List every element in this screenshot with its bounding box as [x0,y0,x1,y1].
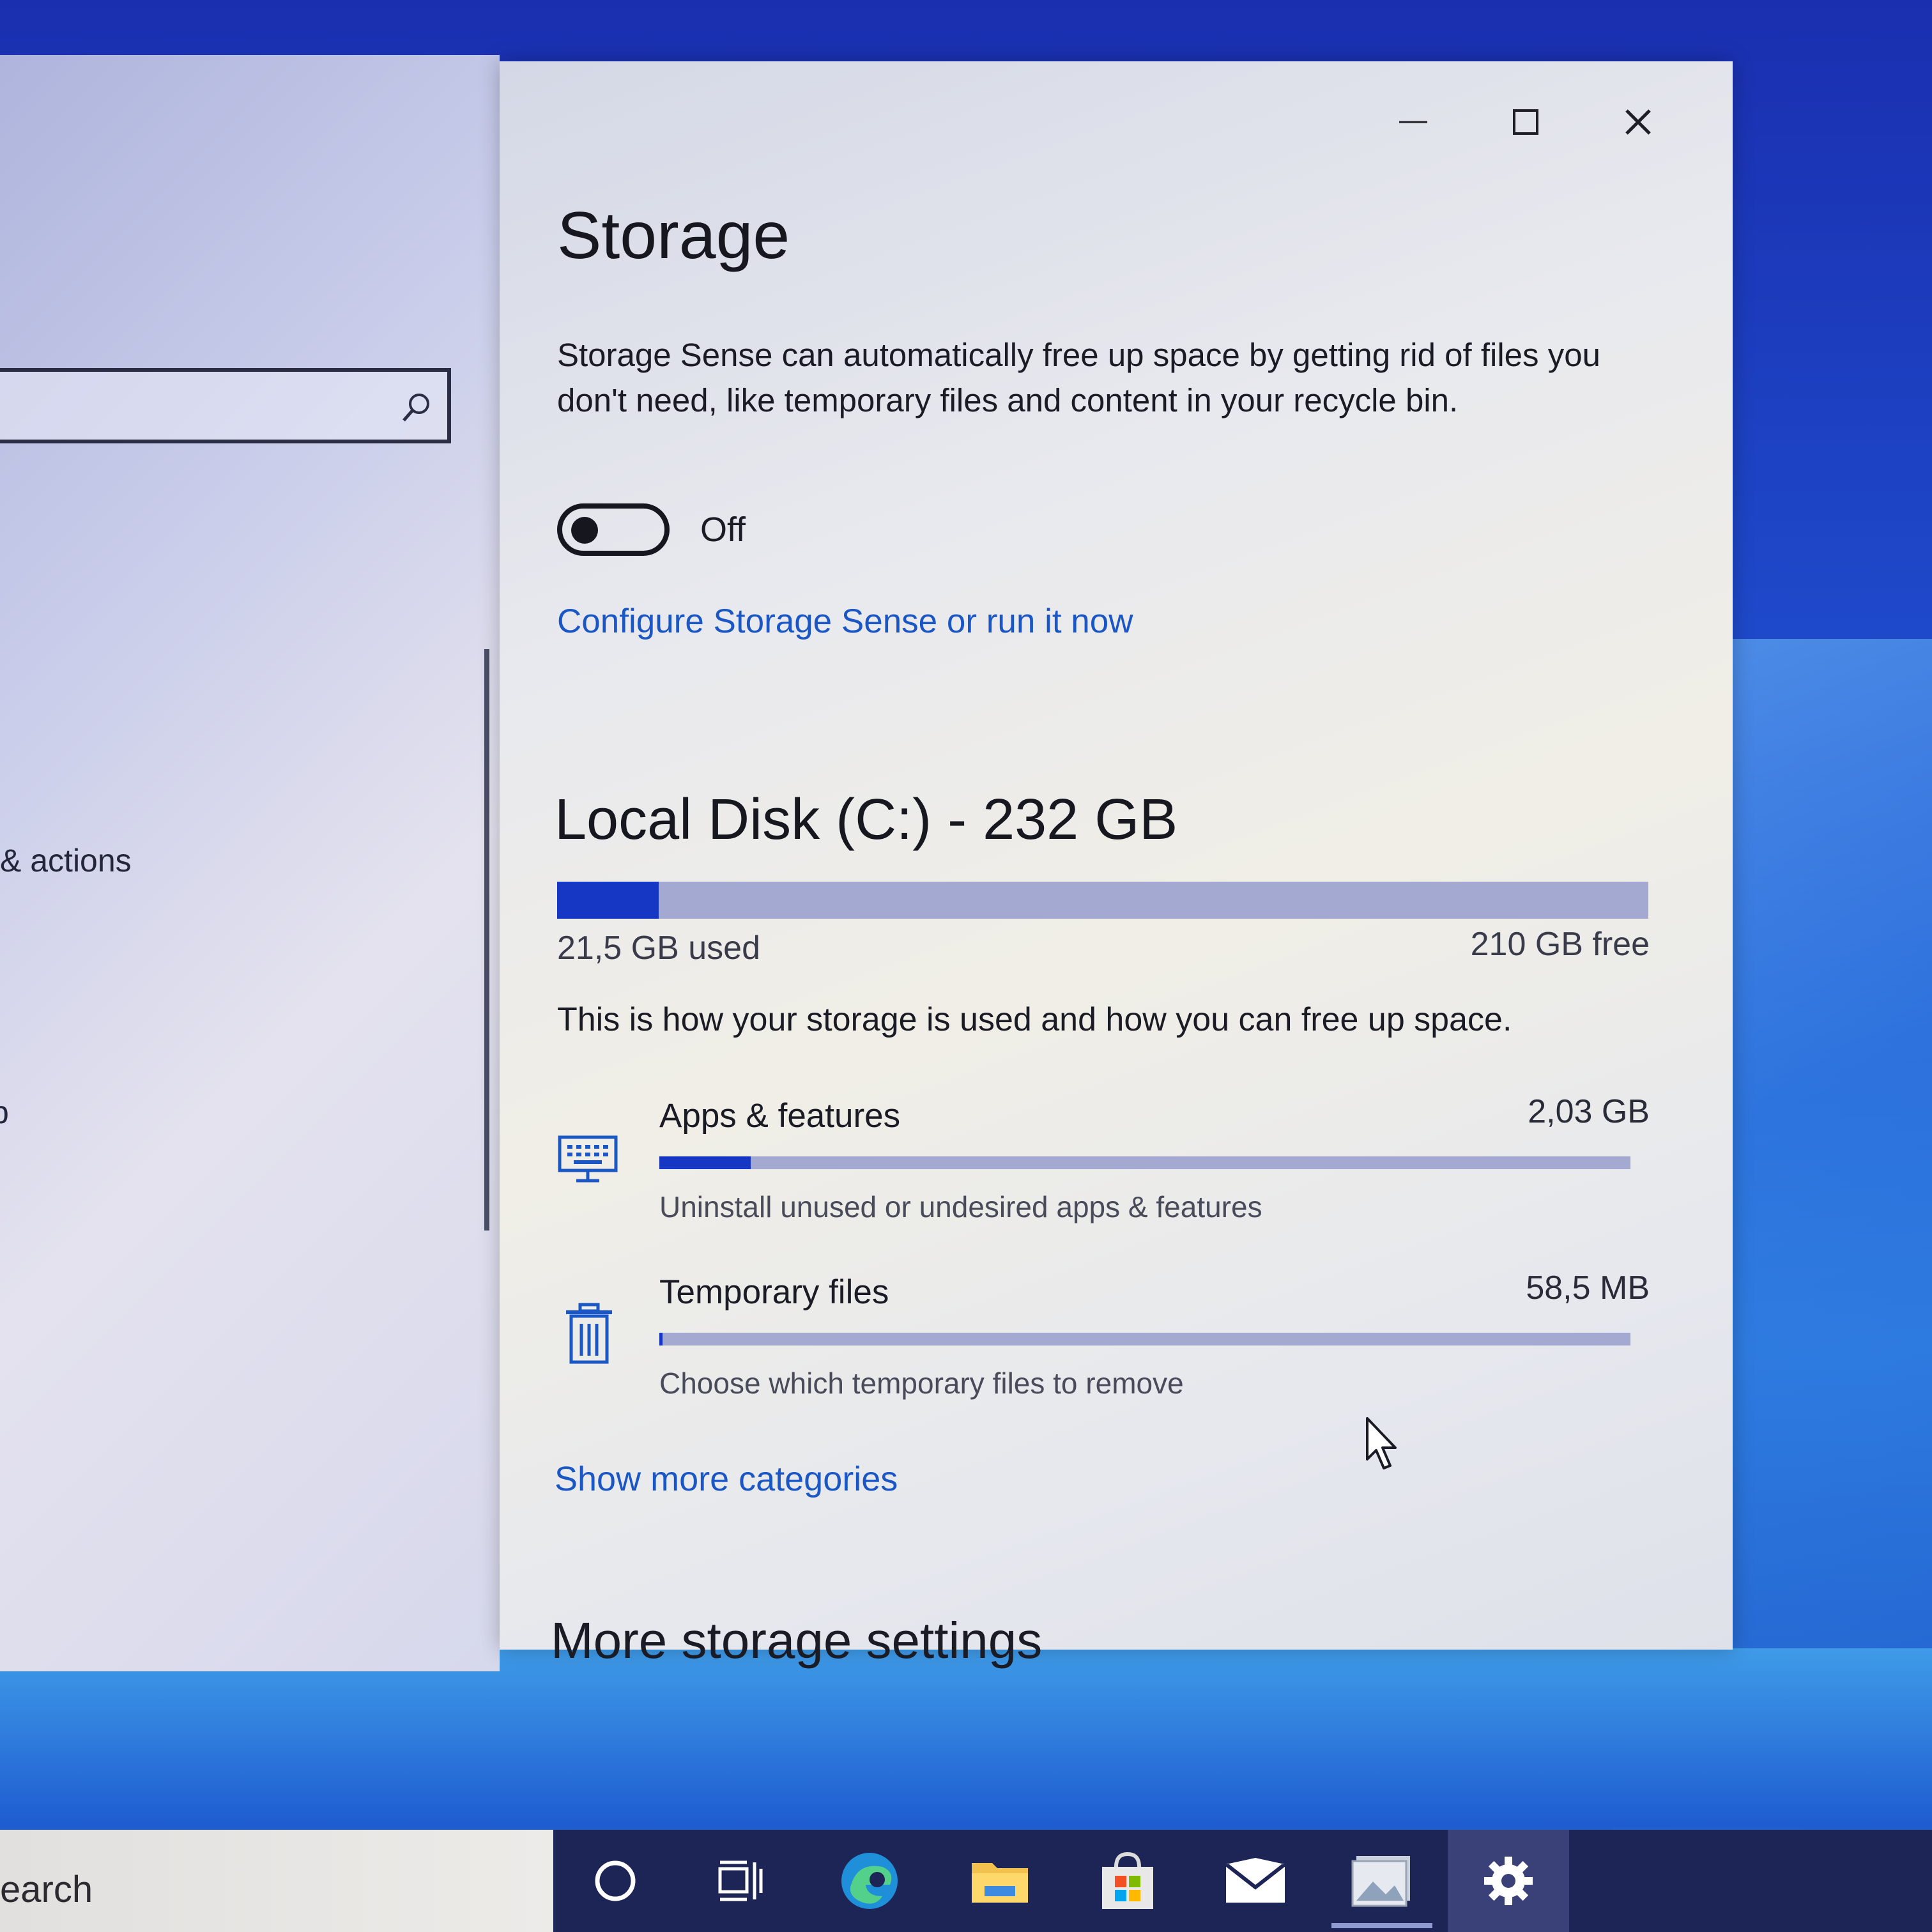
minimize-button[interactable] [1357,87,1469,157]
storage-sense-toggle[interactable] [557,503,670,556]
close-icon [1625,109,1651,135]
category-usage-bar [659,1156,1630,1169]
file-explorer-icon [972,1863,1028,1903]
show-more-categories-link[interactable]: Show more categories [555,1459,898,1499]
disk-free-label: 210 GB free [1470,926,1650,963]
running-indicator [1331,1923,1432,1928]
category-subtitle: Uninstall unused or undesired apps & fea… [659,1190,1262,1223]
search-icon[interactable] [400,391,433,424]
disk-usage-bar-fill [557,882,659,919]
nav-scrollbar[interactable] [484,649,489,1230]
category-name: Temporary files [659,1273,889,1311]
settings-gear-icon [1484,1857,1533,1905]
trash-icon [566,1303,612,1364]
task-view-button[interactable] [680,1830,801,1932]
settings-button[interactable] [1448,1830,1569,1932]
disk-usage-bar [557,882,1648,919]
minimize-icon [1399,121,1427,123]
edge-button[interactable] [809,1830,930,1932]
settings-window: Storage Storage Sense can automatically … [500,61,1733,1669]
settings-nav-panel: & actions p [0,55,500,1671]
mail-icon [1225,1858,1286,1903]
toggle-state-label: Off [700,510,746,549]
task-view-icon [718,1860,763,1901]
nav-search-box[interactable] [0,368,451,443]
toggle-knob [571,517,598,544]
mail-button[interactable] [1195,1830,1316,1932]
close-button[interactable] [1582,87,1694,157]
nav-item-notifications-actions[interactable]: & actions [0,842,132,879]
mouse-cursor-icon [1366,1417,1397,1469]
page-title: Storage [557,199,790,273]
taskbar-search-box[interactable]: earch [0,1830,553,1932]
category-usage-bar-fill [659,1156,751,1169]
disk-title: Local Disk (C:) - 232 GB [555,788,1178,852]
storage-sense-toggle-row: Off [557,503,746,556]
cortana-button[interactable] [555,1830,676,1932]
desktop-background-band [0,1648,1932,1827]
category-usage-bar-fill [659,1333,663,1346]
nav-item-partial[interactable]: p [0,1094,9,1131]
category-subtitle: Choose which temporary files to remove [659,1367,1184,1400]
edge-icon [841,1853,898,1909]
category-apps-features[interactable]: Apps & features 2,03 GB Uninstall unused… [557,1093,1656,1243]
category-size: 2,03 GB [1528,1093,1650,1130]
store-icon [1102,1851,1153,1909]
maximize-button[interactable] [1469,87,1582,157]
storage-sense-description: Storage Sense can automatically free up … [557,337,1600,418]
store-button[interactable] [1067,1830,1188,1932]
category-usage-bar [659,1333,1630,1346]
configure-storage-sense-link[interactable]: Configure Storage Sense or run it now [557,602,1133,641]
photos-button[interactable] [1321,1830,1443,1932]
taskbar: earch [0,1830,1932,1932]
file-explorer-button[interactable] [939,1830,1061,1932]
category-name: Apps & features [659,1097,901,1135]
disk-used-label: 21,5 GB used [557,930,760,967]
taskbar-search-text: earch [0,1869,93,1910]
window-controls [1357,87,1694,157]
maximize-icon [1513,109,1538,135]
category-temporary-files[interactable]: Temporary files 58,5 MB Choose which tem… [557,1269,1656,1420]
monitor-keyboard-icon [558,1135,618,1183]
cortana-circle-icon [595,1860,636,1901]
category-size: 58,5 MB [1526,1269,1650,1307]
photos-icon [1351,1856,1410,1907]
nav-search-input[interactable] [0,372,360,441]
more-storage-settings-heading: More storage settings [551,1612,1043,1669]
usage-description: This is how your storage is used and how… [557,1001,1512,1038]
